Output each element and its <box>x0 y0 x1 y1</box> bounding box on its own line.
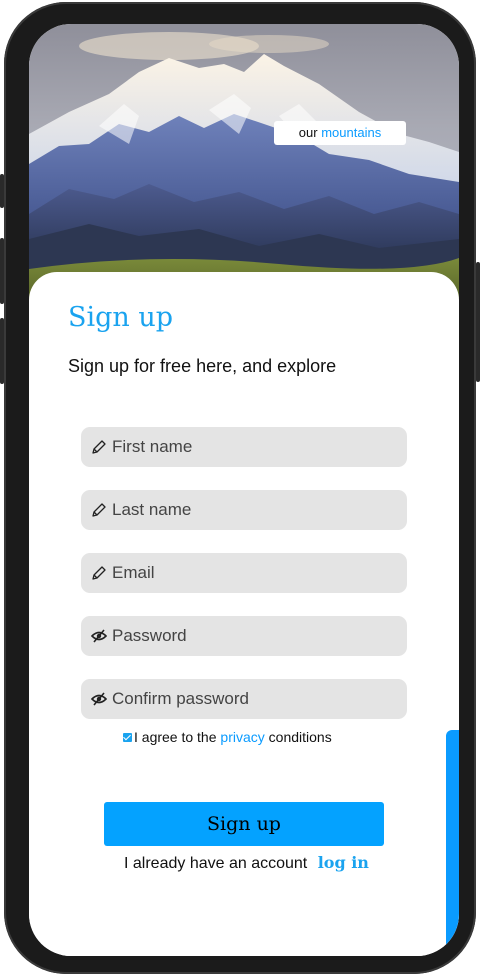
agree-prefix: I agree to the <box>134 729 217 745</box>
page-title: Sign up <box>68 302 174 333</box>
first-name-input[interactable] <box>112 427 397 467</box>
login-prompt-text: I already have an account <box>124 855 308 872</box>
pencil-icon <box>92 440 106 454</box>
hero-caption-prefix: our <box>298 125 318 140</box>
side-button-power <box>476 262 480 382</box>
signup-button[interactable]: Sign up <box>104 802 384 846</box>
pencil-icon <box>92 566 106 580</box>
pencil-icon <box>92 503 106 517</box>
side-button-volume-up <box>0 238 4 304</box>
scrollbar[interactable] <box>446 730 459 956</box>
last-name-input[interactable] <box>112 490 397 530</box>
email-input[interactable] <box>112 553 397 593</box>
login-prompt: I already have an account log in <box>124 853 369 873</box>
confirm-password-field[interactable] <box>81 679 407 719</box>
password-input[interactable] <box>112 616 397 656</box>
privacy-link[interactable]: privacy <box>220 729 264 745</box>
hero-caption-accent: mountains <box>321 125 382 140</box>
side-button-mute <box>0 174 4 208</box>
privacy-checkbox[interactable] <box>123 732 132 742</box>
privacy-agreement: I agree to the privacy conditions <box>123 729 332 745</box>
signup-card: Sign up Sign up for free here, and explo… <box>29 272 459 956</box>
page-subtitle: Sign up for free here, and explore <box>68 356 337 376</box>
hero-caption-badge: our mountains <box>274 121 406 145</box>
eye-slash-icon[interactable] <box>91 691 107 707</box>
confirm-password-input[interactable] <box>112 679 397 719</box>
app-screen: our mountains Sign up Sign up for free h… <box>29 24 459 956</box>
eye-slash-icon[interactable] <box>91 628 107 644</box>
email-field[interactable] <box>81 553 407 593</box>
mountain-hero-image: our mountains <box>29 24 459 314</box>
side-button-volume-down <box>0 318 4 384</box>
last-name-field[interactable] <box>81 490 407 530</box>
phone-frame: our mountains Sign up Sign up for free h… <box>0 2 480 974</box>
mountain-illustration <box>29 24 459 314</box>
password-field[interactable] <box>81 616 407 656</box>
first-name-field[interactable] <box>81 427 407 467</box>
agree-suffix: conditions <box>268 729 332 745</box>
login-link[interactable]: log in <box>318 853 369 872</box>
